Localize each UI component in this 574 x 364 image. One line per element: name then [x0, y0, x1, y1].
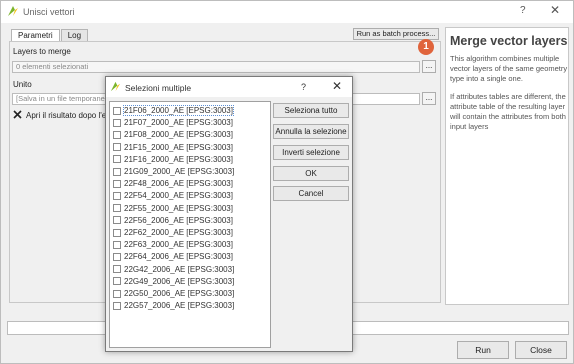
layer-checkbox[interactable]	[113, 106, 121, 115]
layer-name: 22F64_2006_AE [EPSG:3003]	[124, 252, 233, 262]
layer-checkbox[interactable]	[113, 240, 121, 249]
layer-name: 21F06_2000_AE [EPSG:3003]	[123, 105, 234, 116]
layer-list-item[interactable]: 21F08_2000_AE [EPSG:3003]	[113, 129, 233, 140]
layer-checkbox[interactable]	[113, 252, 121, 261]
layer-name: 22F56_2006_AE [EPSG:3003]	[124, 215, 233, 225]
help-attributes-note: If attributes tables are different, the …	[450, 92, 566, 131]
layer-list-item[interactable]: 21F06_2000_AE [EPSG:3003]	[113, 105, 234, 116]
layer-list-item[interactable]: 21F07_2000_AE [EPSG:3003]	[113, 117, 233, 128]
layer-name: 22F63_2000_AE [EPSG:3003]	[124, 240, 233, 250]
layer-checkbox[interactable]	[113, 204, 121, 213]
output-browse-button[interactable]: ...	[422, 92, 436, 105]
layer-checkbox[interactable]	[113, 130, 121, 139]
clear-selection-button[interactable]: Annulla la selezione	[273, 124, 349, 139]
dialog-title: Selezioni multiple	[125, 83, 192, 93]
layers-browse-button[interactable]: ...	[422, 60, 436, 73]
layer-name: 22G49_2006_AE [EPSG:3003]	[124, 276, 235, 286]
layer-name: 21F16_2000_AE [EPSG:3003]	[124, 154, 233, 164]
layer-checkbox[interactable]	[113, 277, 121, 286]
layer-name: 21F15_2000_AE [EPSG:3003]	[124, 142, 233, 152]
layer-checkbox[interactable]	[113, 216, 121, 225]
layer-list-item[interactable]: 21F16_2000_AE [EPSG:3003]	[113, 154, 233, 165]
layer-name: 22G42_2006_AE [EPSG:3003]	[124, 264, 235, 274]
layer-list-item[interactable]: 22F62_2000_AE [EPSG:3003]	[113, 227, 233, 238]
layer-checkbox[interactable]	[113, 118, 121, 127]
layer-checkbox[interactable]	[113, 301, 121, 310]
dialog-help-icon[interactable]: ?	[301, 82, 306, 92]
layer-list-item[interactable]: 21G09_2000_AE [EPSG:3003]	[113, 166, 234, 177]
layer-list-item[interactable]: 22F63_2000_AE [EPSG:3003]	[113, 239, 233, 250]
close-button[interactable]: Close	[515, 341, 567, 359]
layer-list-item[interactable]: 22G57_2006_AE [EPSG:3003]	[113, 300, 234, 311]
layer-list-item[interactable]: 21F15_2000_AE [EPSG:3003]	[113, 142, 233, 153]
select-all-button[interactable]: Seleziona tutto	[273, 103, 349, 118]
run-button[interactable]: Run	[457, 341, 509, 359]
layer-list-item[interactable]: 22G42_2006_AE [EPSG:3003]	[113, 264, 234, 275]
layer-checkbox[interactable]	[113, 191, 121, 200]
output-label: Unito	[13, 80, 32, 89]
multiple-selection-dialog: Selezioni multiple ? ✕ 21F06_2000_AE [EP…	[105, 76, 353, 352]
layer-list-item[interactable]: 22F55_2000_AE [EPSG:3003]	[113, 203, 233, 214]
layer-list-item[interactable]: 22F54_2000_AE [EPSG:3003]	[113, 190, 233, 201]
invert-selection-button[interactable]: Inverti selezione	[273, 145, 349, 160]
layer-name: 21G09_2000_AE [EPSG:3003]	[124, 167, 235, 176]
cancel-button[interactable]: Cancel	[273, 186, 349, 201]
dialog-close-icon[interactable]: ✕	[332, 79, 342, 93]
layer-list-item[interactable]: 22G50_2006_AE [EPSG:3003]	[113, 288, 234, 299]
layer-checkbox[interactable]	[113, 143, 121, 152]
layer-checkbox[interactable]	[113, 155, 121, 164]
layers-to-merge-field[interactable]: 0 elementi selezionati	[12, 61, 420, 73]
layer-list-item[interactable]: 22F48_2006_AE [EPSG:3003]	[113, 178, 233, 189]
qgis-logo-icon	[8, 6, 18, 16]
ok-button[interactable]: OK	[273, 166, 349, 181]
layer-name: 22F62_2000_AE [EPSG:3003]	[124, 228, 233, 237]
step-badge-1: 1	[418, 39, 434, 55]
layer-name: 21F08_2000_AE [EPSG:3003]	[124, 130, 233, 140]
layer-checkbox[interactable]	[113, 289, 121, 298]
layer-name: 22F55_2000_AE [EPSG:3003]	[124, 203, 233, 213]
dialog-titlebar: Selezioni multiple ? ✕	[106, 77, 352, 97]
layer-list-item[interactable]: 22F56_2006_AE [EPSG:3003]	[113, 215, 233, 226]
layer-name: 22F48_2006_AE [EPSG:3003]	[124, 179, 233, 189]
close-icon[interactable]: ✕	[550, 3, 560, 17]
qgis-logo-icon	[110, 81, 121, 92]
layer-list-item[interactable]: 22F64_2006_AE [EPSG:3003]	[113, 251, 233, 262]
layer-checkbox[interactable]	[113, 265, 121, 274]
help-panel: Merge vector layers This algorithm combi…	[445, 27, 569, 305]
layer-name: 22G57_2006_AE [EPSG:3003]	[124, 301, 235, 311]
help-title: Merge vector layers	[450, 34, 568, 48]
layer-name: 22F54_2000_AE [EPSG:3003]	[124, 191, 233, 201]
open-result-checkbox[interactable]	[13, 110, 22, 119]
layer-name: 21F07_2000_AE [EPSG:3003]	[124, 118, 233, 128]
layer-checkbox[interactable]	[113, 167, 121, 176]
layer-list-item[interactable]: 22G49_2006_AE [EPSG:3003]	[113, 276, 234, 287]
window-title: Unisci vettori	[23, 7, 75, 17]
layer-checkbox[interactable]	[113, 179, 121, 188]
layer-checkbox[interactable]	[113, 228, 121, 237]
help-description: This algorithm combines multiple vector …	[450, 54, 568, 83]
layers-to-merge-label: Layers to merge	[13, 47, 71, 56]
layer-list[interactable]: 21F06_2000_AE [EPSG:3003] 21F07_2000_AE […	[109, 101, 271, 348]
help-icon[interactable]: ?	[520, 5, 526, 16]
layer-name: 22G50_2006_AE [EPSG:3003]	[124, 289, 235, 298]
main-titlebar: Unisci vettori ? ✕	[1, 1, 573, 23]
